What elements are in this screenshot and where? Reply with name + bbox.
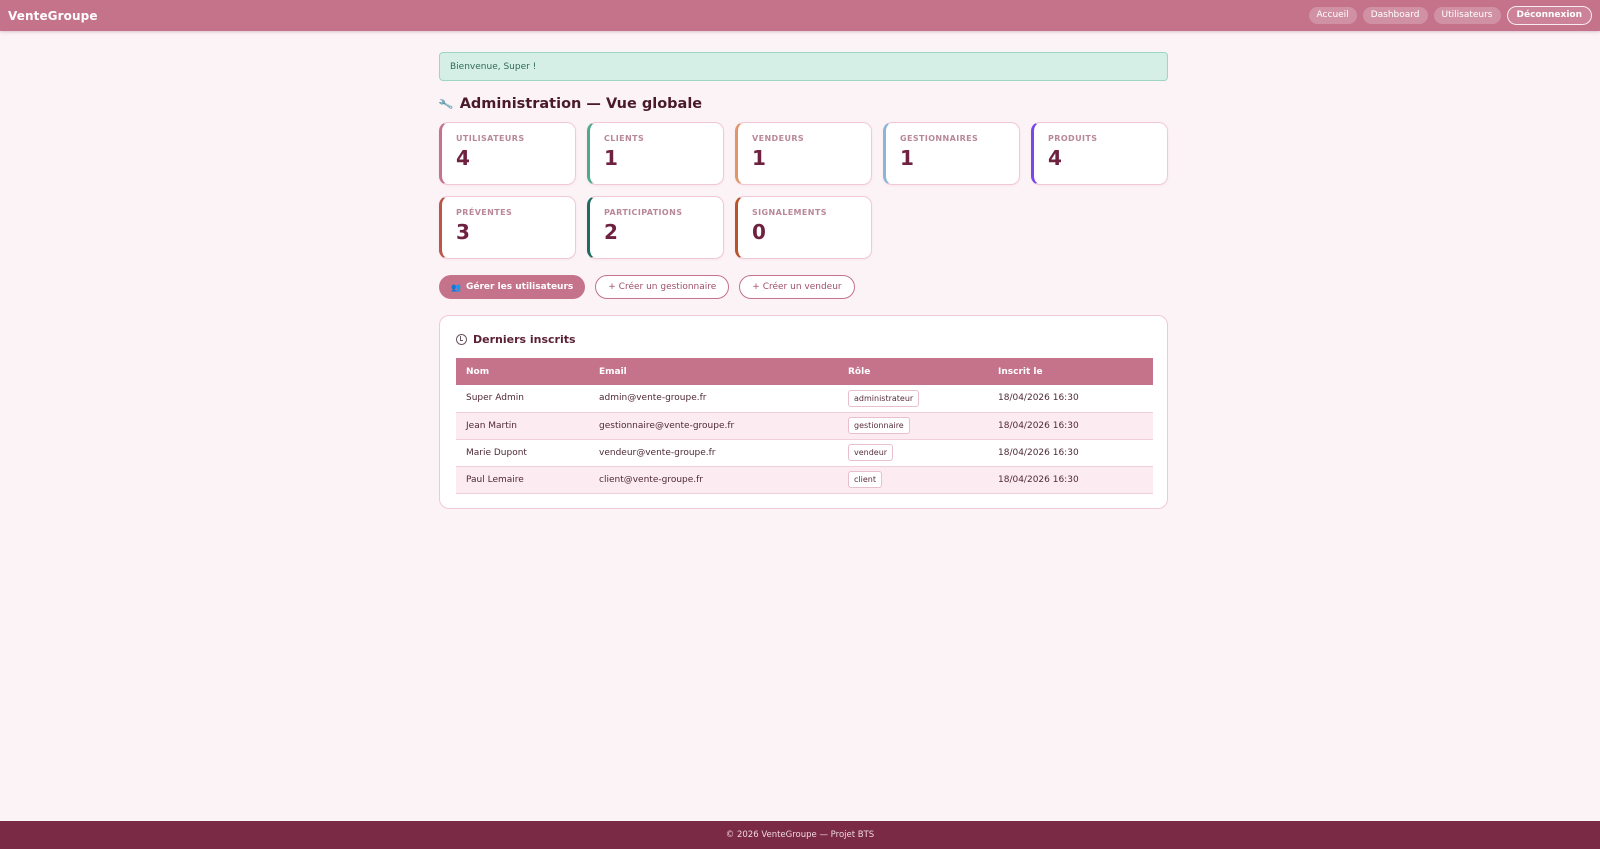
cell-name: Jean Martin <box>456 412 589 440</box>
cell-date: 18/04/2026 16:30 <box>988 439 1153 467</box>
cell-email: client@vente-groupe.fr <box>589 466 838 494</box>
stat-value: 1 <box>752 146 766 170</box>
stat-card-reports: SIGNALEMENTS 0 <box>735 196 872 259</box>
action-buttons: 👥 Gérer les utilisateurs + Créer un gest… <box>439 275 1168 299</box>
recent-users-table: Nom Email Rôle Inscrit le Super Admin ad… <box>456 358 1153 494</box>
table-row: Paul Lemaire client@vente-groupe.fr clie… <box>456 466 1153 494</box>
main-nav: Accueil Dashboard Utilisateurs Déconnexi… <box>1308 6 1592 25</box>
stat-card-users: UTILISATEURS 4 <box>439 122 576 185</box>
create-manager-button[interactable]: + Créer un gestionnaire <box>595 275 730 299</box>
stat-label: PRÉVENTES <box>456 208 513 217</box>
column-header-date: Inscrit le <box>998 366 1043 377</box>
stat-label: UTILISATEURS <box>456 134 525 143</box>
role-badge: administrateur <box>848 389 920 407</box>
role-badge: vendeur <box>848 444 894 461</box>
manage-users-button[interactable]: 👥 Gérer les utilisateurs <box>439 275 586 299</box>
page-title-text: Administration — Vue globale <box>459 96 703 112</box>
logout-button[interactable]: Déconnexion <box>1506 6 1592 25</box>
table-header-row: Nom Email Rôle Inscrit le <box>456 358 1153 385</box>
table-row: Super Admin admin@vente-groupe.fr admini… <box>456 385 1153 413</box>
brand-logo[interactable]: VenteGroupe <box>8 9 98 23</box>
users-icon: 👥 <box>451 282 461 292</box>
cell-name: Marie Dupont <box>456 439 589 467</box>
manage-users-label: Gérer les utilisateurs <box>465 282 574 292</box>
top-navbar: VenteGroupe Accueil Dashboard Utilisateu… <box>0 0 1600 31</box>
cell-email: gestionnaire@vente-groupe.fr <box>589 412 838 440</box>
stat-label: PARTICIPATIONS <box>604 208 683 217</box>
stat-label: PRODUITS <box>1048 134 1098 143</box>
stat-value: 4 <box>1048 146 1062 170</box>
cell-name: Super Admin <box>456 385 589 413</box>
panel-title: Derniers inscrits <box>456 332 1151 346</box>
cell-date: 18/04/2026 16:30 <box>988 385 1153 413</box>
panel-title-text: Derniers inscrits <box>473 332 576 346</box>
create-seller-button[interactable]: + Créer un vendeur <box>739 275 855 299</box>
stat-label: CLIENTS <box>604 134 645 143</box>
stats-grid: UTILISATEURS 4 CLIENTS 1 VENDEURS 1 GEST… <box>439 122 1168 259</box>
nav-utilisateurs[interactable]: Utilisateurs <box>1433 7 1501 24</box>
stat-value: 1 <box>900 146 914 170</box>
role-badge: client <box>848 471 882 488</box>
page-title: 🔧 Administration — Vue globale <box>437 94 1168 114</box>
nav-accueil[interactable]: Accueil <box>1308 7 1357 24</box>
stat-card-clients: CLIENTS 1 <box>587 122 724 185</box>
table-row: Jean Martin gestionnaire@vente-groupe.fr… <box>456 412 1153 440</box>
cell-date: 18/04/2026 16:30 <box>988 466 1153 494</box>
stat-label: VENDEURS <box>752 134 805 143</box>
stat-value: 2 <box>604 220 618 244</box>
wrench-icon: 🔧 <box>437 95 455 113</box>
stat-label: SIGNALEMENTS <box>752 208 827 217</box>
stat-value: 4 <box>456 146 470 170</box>
stat-label: GESTIONNAIRES <box>900 134 979 143</box>
stat-card-presales: PRÉVENTES 3 <box>439 196 576 259</box>
column-header-role: Rôle <box>848 366 871 377</box>
stat-card-participations: PARTICIPATIONS 2 <box>587 196 724 259</box>
cell-date: 18/04/2026 16:30 <box>988 412 1153 440</box>
stat-card-managers: GESTIONNAIRES 1 <box>883 122 1020 185</box>
nav-dashboard[interactable]: Dashboard <box>1362 7 1428 24</box>
stat-value: 0 <box>752 220 766 244</box>
cell-email: vendeur@vente-groupe.fr <box>589 439 838 467</box>
cell-email: admin@vente-groupe.fr <box>589 385 838 413</box>
main-content: Bienvenue, Super ! 🔧 Administration — Vu… <box>437 52 1168 509</box>
stat-value: 3 <box>456 220 470 244</box>
role-badge: gestionnaire <box>848 417 910 434</box>
stat-card-sellers: VENDEURS 1 <box>735 122 872 185</box>
clock-icon <box>456 333 467 345</box>
cell-name: Paul Lemaire <box>456 466 589 494</box>
column-header-email: Email <box>599 366 627 377</box>
stat-value: 1 <box>604 146 618 170</box>
recent-users-panel: Derniers inscrits Nom Email Rôle Inscrit… <box>439 315 1168 509</box>
column-header-name: Nom <box>466 366 490 377</box>
stat-card-products: PRODUITS 4 <box>1031 122 1168 185</box>
table-row: Marie Dupont vendeur@vente-groupe.fr ven… <box>456 439 1153 467</box>
footer: © 2026 VenteGroupe — Projet BTS <box>0 821 1600 849</box>
welcome-alert: Bienvenue, Super ! <box>439 52 1168 81</box>
